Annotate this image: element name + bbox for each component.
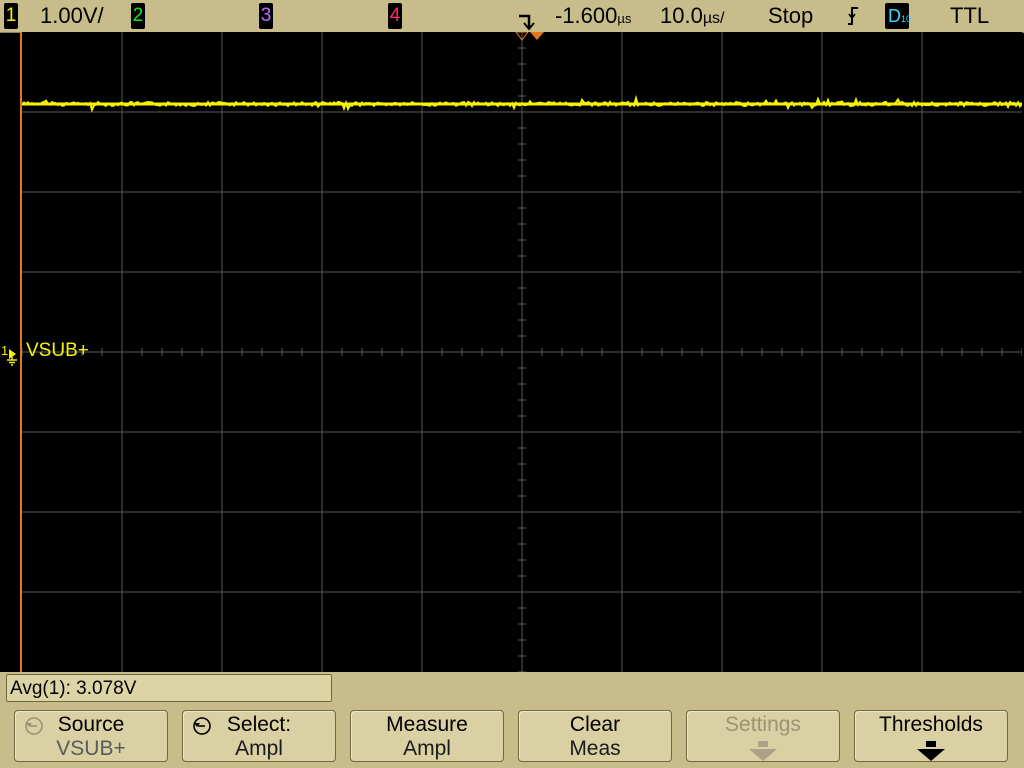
select-softkey-value: Ampl <box>235 737 283 760</box>
clear-softkey-value: Meas <box>569 737 621 760</box>
trace-label: VSUB+ <box>26 340 89 361</box>
digital-channels-indicator[interactable]: D10 <box>885 3 912 29</box>
trigger-delay-readout: -1.600µs <box>555 0 631 32</box>
channel-2-indicator[interactable]: 2 <box>131 3 145 29</box>
channel-4-indicator[interactable]: 4 <box>388 3 402 29</box>
timebase-unit: µs/ <box>702 10 725 27</box>
trigger-delay-unit: µs <box>617 11 632 26</box>
trigger-position-icon <box>516 0 536 32</box>
run-state: Stop <box>768 3 814 28</box>
falling-edge-icon <box>845 0 861 32</box>
logic-threshold: TTL <box>950 3 990 28</box>
ground-marker-number: 1 <box>1 343 8 358</box>
trigger-delay-value: -1.600 <box>555 3 618 28</box>
source-softkey[interactable]: Source VSUB+ <box>14 710 168 762</box>
submenu-arrow-icon <box>687 741 839 761</box>
timebase-value: 10.0 <box>660 3 703 28</box>
waveform-display[interactable] <box>22 32 1022 672</box>
rotate-knob-icon <box>25 717 43 735</box>
measure-softkey-value: Ampl <box>403 737 451 760</box>
rotate-knob-icon <box>193 717 211 735</box>
graticule <box>22 32 1022 672</box>
measure-softkey-label: Measure <box>386 713 468 736</box>
thresholds-softkey-label: Thresholds <box>879 713 983 736</box>
ground-marker-icon[interactable]: 1 <box>0 340 22 366</box>
measurement-readout: Avg(1): 3.078V <box>6 674 332 702</box>
settings-softkey[interactable]: Settings <box>686 710 840 762</box>
thresholds-softkey[interactable]: Thresholds <box>854 710 1008 762</box>
timebase-readout: 10.0µs/ <box>660 0 725 32</box>
measure-ampl-softkey[interactable]: Measure Ampl <box>350 710 504 762</box>
settings-softkey-label: Settings <box>725 713 801 736</box>
channel-3-indicator[interactable]: 3 <box>259 3 273 29</box>
clear-meas-softkey[interactable]: Clear Meas <box>518 710 672 762</box>
digital-sub: 10 <box>901 14 912 24</box>
select-softkey[interactable]: Select: Ampl <box>182 710 336 762</box>
submenu-arrow-icon <box>855 741 1007 761</box>
status-bar: 1 1.00V/ 2 3 4 -1.600µs 10.0µs/ Stop D10… <box>0 0 1024 33</box>
channel-1-indicator[interactable]: 1 <box>4 3 18 29</box>
digital-label: D <box>888 6 901 26</box>
source-softkey-value: VSUB+ <box>56 737 126 760</box>
softkey-panel: Avg(1): 3.078V Source VSUB+ Select: Ampl… <box>0 672 1024 768</box>
clear-softkey-label: Clear <box>569 713 621 736</box>
channel-1-scale: 1.00V/ <box>40 3 104 28</box>
trigger-reference-marker <box>530 32 544 40</box>
